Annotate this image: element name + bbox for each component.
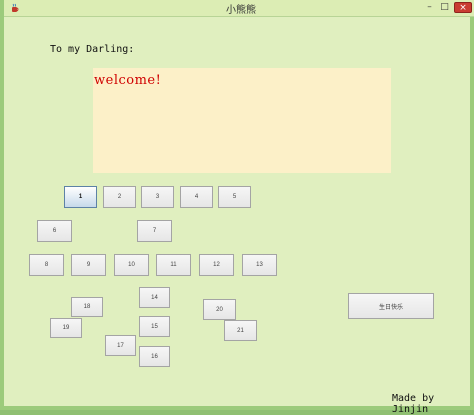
minimize-button[interactable]: – [423,2,436,13]
button-4[interactable]: 4 [180,186,213,208]
button-5[interactable]: 5 [218,186,251,208]
app-window: 小熊熊 – □ × To my Darling: welcome! 1 2 3 … [0,0,474,415]
title-bar[interactable]: 小熊熊 – □ × [4,0,474,17]
button-13[interactable]: 13 [242,254,277,276]
button-21[interactable]: 21 [224,320,257,341]
window-title: 小熊熊 [226,5,256,16]
message-area[interactable]: welcome! [93,68,391,173]
greeting-heading: To my Darling: [50,44,135,55]
button-9[interactable]: 9 [71,254,106,276]
happy-birthday-button[interactable]: 生日快乐 [348,293,434,319]
button-12[interactable]: 12 [199,254,234,276]
button-2[interactable]: 2 [103,186,136,208]
button-14[interactable]: 14 [139,287,170,308]
button-6[interactable]: 6 [37,220,72,242]
button-11[interactable]: 11 [156,254,191,276]
footer-credit: Made by Jinjin [392,393,435,415]
button-16[interactable]: 16 [139,346,170,367]
button-3[interactable]: 3 [141,186,174,208]
button-19[interactable]: 19 [50,318,82,338]
button-18[interactable]: 18 [71,297,103,317]
button-7[interactable]: 7 [137,220,172,242]
maximize-button[interactable]: □ [438,2,451,13]
button-8[interactable]: 8 [29,254,64,276]
button-10[interactable]: 10 [114,254,149,276]
button-1[interactable]: 1 [64,186,97,208]
message-text: welcome! [94,73,162,88]
close-button[interactable]: × [454,2,472,13]
button-17[interactable]: 17 [105,335,136,356]
button-15[interactable]: 15 [139,316,170,337]
button-20[interactable]: 20 [203,299,236,320]
